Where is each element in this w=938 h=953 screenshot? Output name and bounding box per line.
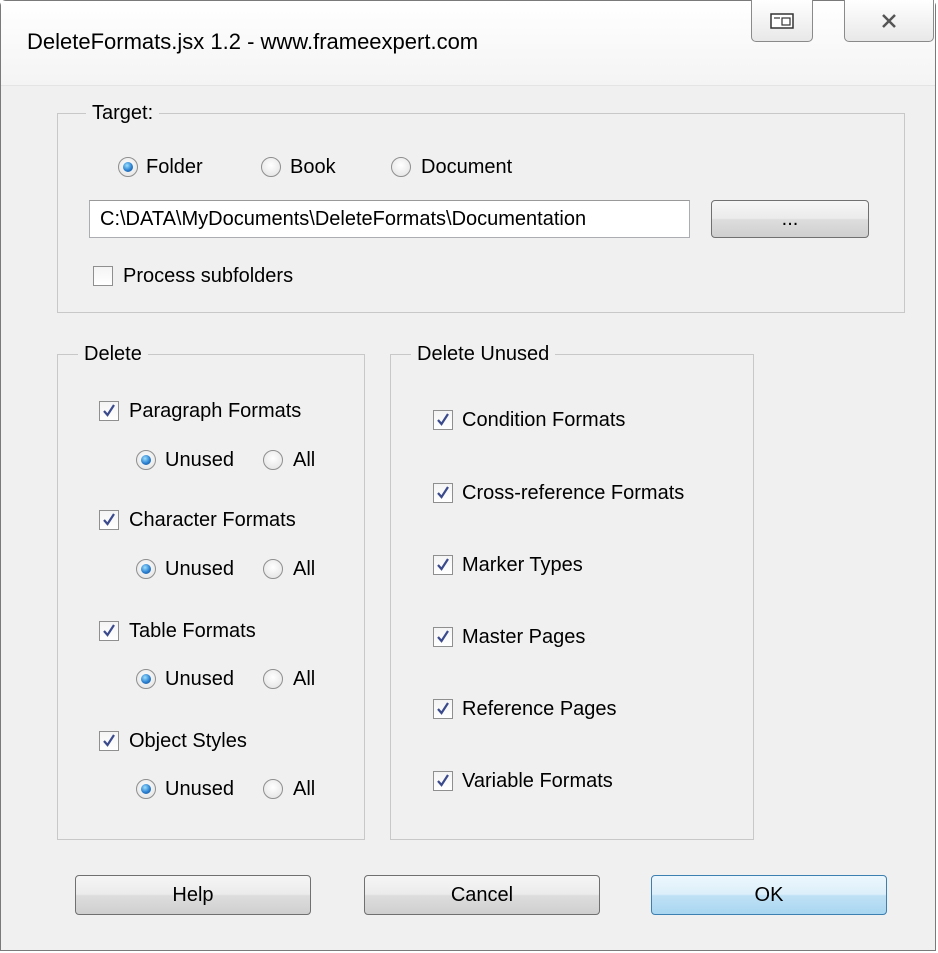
condition-formats-label[interactable]: Condition Formats xyxy=(462,407,625,433)
paragraph-formats-label[interactable]: Paragraph Formats xyxy=(129,398,301,424)
cross-reference-formats-label[interactable]: Cross-reference Formats xyxy=(462,480,684,506)
paragraph-all-radio[interactable] xyxy=(263,450,283,470)
target-folder-radio[interactable] xyxy=(118,157,138,177)
checkmark-icon xyxy=(437,558,449,571)
table-unused-radio[interactable] xyxy=(136,669,156,689)
reference-pages-checkbox[interactable] xyxy=(433,699,453,719)
paragraph-formats-checkbox[interactable] xyxy=(99,401,119,421)
target-path-input[interactable]: C:\DATA\MyDocuments\DeleteFormats\Docume… xyxy=(89,200,690,238)
master-pages-checkbox[interactable] xyxy=(433,627,453,647)
window-title: DeleteFormats.jsx 1.2 - www.frameexpert.… xyxy=(27,29,479,54)
character-formats-checkbox[interactable] xyxy=(99,510,119,530)
title-bar[interactable]: DeleteFormats.jsx 1.2 - www.frameexpert.… xyxy=(1,0,935,86)
character-unused-radio[interactable] xyxy=(136,559,156,579)
target-group-label: Target: xyxy=(86,100,160,126)
checkmark-icon xyxy=(437,630,449,643)
object-styles-label[interactable]: Object Styles xyxy=(129,728,247,754)
delete-group: Delete xyxy=(57,341,365,840)
delete-unused-group-label: Delete Unused xyxy=(411,341,556,367)
object-all-radio[interactable] xyxy=(263,779,283,799)
object-unused-radio[interactable] xyxy=(136,779,156,799)
character-unused-label[interactable]: Unused xyxy=(165,556,234,582)
browse-button[interactable]: ... xyxy=(711,200,869,238)
checkmark-icon xyxy=(437,774,449,787)
checkmark-icon xyxy=(437,413,449,426)
character-formats-label[interactable]: Character Formats xyxy=(129,507,296,533)
character-all-label[interactable]: All xyxy=(293,556,315,582)
paragraph-unused-label[interactable]: Unused xyxy=(165,447,234,473)
checkmark-icon xyxy=(103,513,115,526)
object-unused-label[interactable]: Unused xyxy=(165,776,234,802)
restore-button[interactable] xyxy=(751,0,813,42)
reference-pages-label[interactable]: Reference Pages xyxy=(462,696,617,722)
delete-group-label: Delete xyxy=(78,341,148,367)
process-subfolders-label[interactable]: Process subfolders xyxy=(123,263,293,289)
table-formats-checkbox[interactable] xyxy=(99,621,119,641)
table-all-radio[interactable] xyxy=(263,669,283,689)
object-all-label[interactable]: All xyxy=(293,776,315,802)
paragraph-unused-radio[interactable] xyxy=(136,450,156,470)
table-all-label[interactable]: All xyxy=(293,666,315,692)
process-subfolders-checkbox[interactable] xyxy=(93,266,113,286)
help-button[interactable]: Help xyxy=(75,875,311,915)
checkmark-icon xyxy=(103,404,115,417)
target-book-label[interactable]: Book xyxy=(290,154,336,180)
paragraph-all-label[interactable]: All xyxy=(293,447,315,473)
table-formats-label[interactable]: Table Formats xyxy=(129,618,256,644)
master-pages-label[interactable]: Master Pages xyxy=(462,624,585,650)
variable-formats-label[interactable]: Variable Formats xyxy=(462,768,613,794)
condition-formats-checkbox[interactable] xyxy=(433,410,453,430)
character-all-radio[interactable] xyxy=(263,559,283,579)
checkmark-icon xyxy=(437,486,449,499)
checkmark-icon xyxy=(103,624,115,637)
close-icon xyxy=(882,13,896,28)
target-book-radio[interactable] xyxy=(261,157,281,177)
checkmark-icon xyxy=(103,734,115,747)
target-document-radio[interactable] xyxy=(391,157,411,177)
marker-types-checkbox[interactable] xyxy=(433,555,453,575)
target-document-label[interactable]: Document xyxy=(421,154,512,180)
restore-window-icon xyxy=(770,12,794,29)
marker-types-label[interactable]: Marker Types xyxy=(462,552,583,578)
cross-reference-formats-checkbox[interactable] xyxy=(433,483,453,503)
ok-button[interactable]: OK xyxy=(651,875,887,915)
close-button[interactable] xyxy=(844,0,934,42)
cancel-button[interactable]: Cancel xyxy=(364,875,600,915)
checkmark-icon xyxy=(437,702,449,715)
object-styles-checkbox[interactable] xyxy=(99,731,119,751)
variable-formats-checkbox[interactable] xyxy=(433,771,453,791)
table-unused-label[interactable]: Unused xyxy=(165,666,234,692)
target-folder-label[interactable]: Folder xyxy=(146,154,203,180)
dialog-window: DeleteFormats.jsx 1.2 - www.frameexpert.… xyxy=(0,0,936,951)
